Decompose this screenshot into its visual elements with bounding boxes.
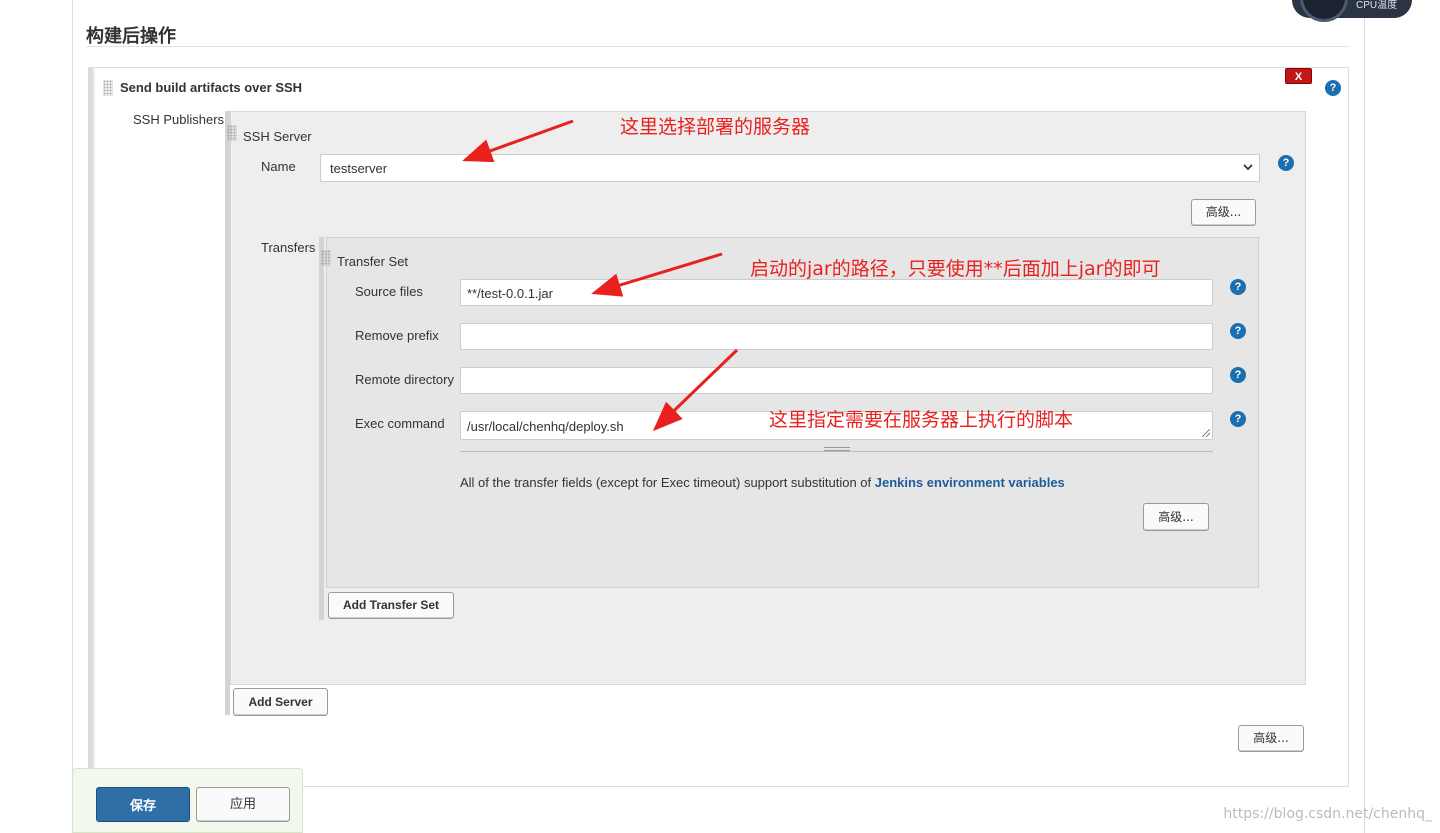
annotation-jar: 启动的jar的路径，只要使用**后面加上jar的即可 [750, 258, 1161, 280]
arrow-exec [652, 348, 739, 432]
annotation-server: 这里选择部署的服务器 [620, 116, 811, 138]
arrow-server [462, 119, 574, 163]
save-button[interactable]: 保存 [96, 787, 190, 822]
annotation-exec: 这里指定需要在服务器上执行的脚本 [769, 409, 1074, 431]
watermark: https://blog.csdn.net/chenhq_ [1223, 806, 1432, 822]
apply-button[interactable]: 应用 [196, 787, 290, 822]
arrow-jar [591, 252, 723, 297]
